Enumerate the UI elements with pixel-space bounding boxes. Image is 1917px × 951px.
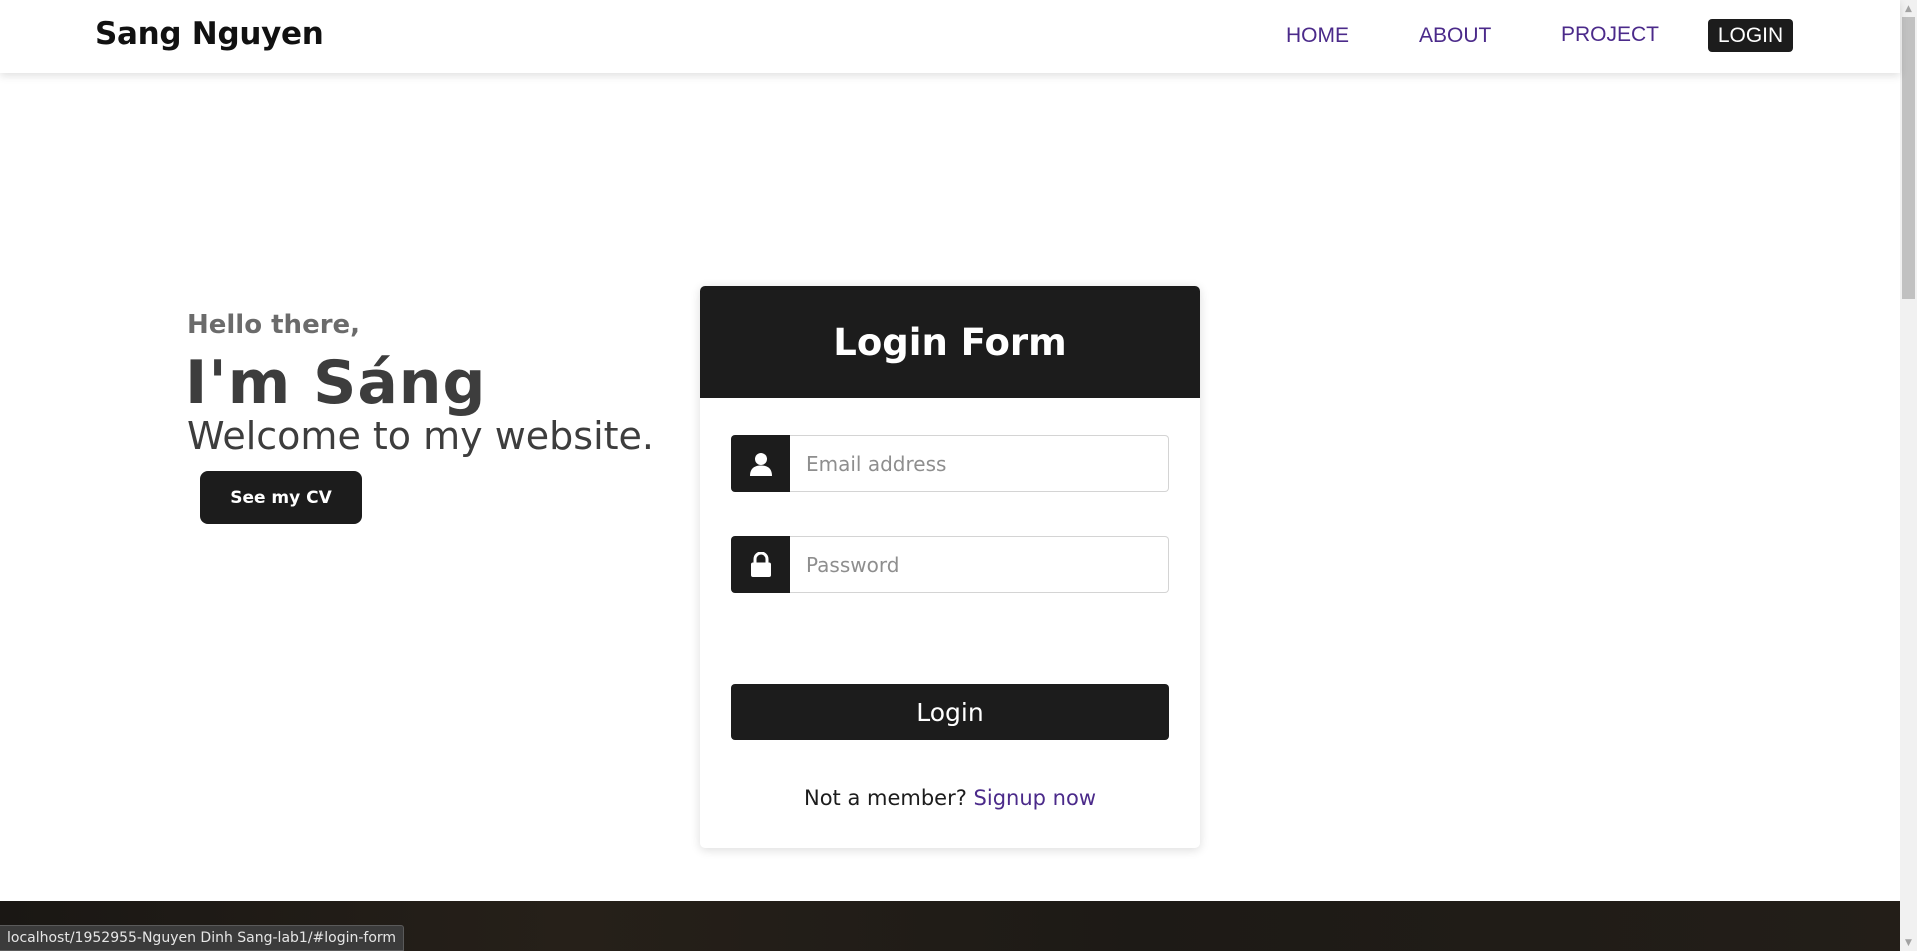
login-form-card: Login Form Login Not a member? Signup no… bbox=[700, 286, 1200, 848]
site-brand[interactable]: Sang Nguyen bbox=[95, 16, 324, 52]
signup-prompt: Not a member? Signup now bbox=[700, 786, 1200, 810]
lock-icon bbox=[731, 536, 790, 593]
hero-greeting: Hello there, bbox=[187, 310, 361, 340]
browser-status-url: localhost/1952955-Nguyen Dinh Sang-lab1/… bbox=[0, 925, 405, 951]
signup-link[interactable]: Signup now bbox=[974, 786, 1096, 810]
scroll-up-arrow-icon[interactable]: ▲ bbox=[1900, 0, 1917, 17]
signup-prompt-text: Not a member? bbox=[803, 786, 974, 810]
hero-welcome: Welcome to my website. bbox=[187, 414, 655, 458]
nav-link-home[interactable]: HOME bbox=[1286, 24, 1349, 48]
top-navbar: Sang Nguyen HOME ABOUT PROJECT LOGIN bbox=[0, 0, 1900, 73]
page-scrollbar[interactable]: ▲ ▼ bbox=[1900, 0, 1917, 951]
nav-link-about[interactable]: ABOUT bbox=[1419, 24, 1491, 48]
user-icon bbox=[731, 435, 790, 492]
email-input[interactable] bbox=[790, 435, 1169, 492]
login-form-header: Login Form bbox=[700, 286, 1200, 398]
hero-name: I'm Sáng bbox=[185, 348, 487, 418]
see-cv-button[interactable]: See my CV bbox=[200, 471, 362, 524]
password-field bbox=[731, 536, 1169, 593]
password-input[interactable] bbox=[790, 536, 1169, 593]
login-submit-button[interactable]: Login bbox=[731, 684, 1169, 740]
scrollbar-thumb[interactable] bbox=[1902, 17, 1915, 299]
nav-link-project[interactable]: PROJECT bbox=[1561, 23, 1659, 47]
nav-login-button[interactable]: LOGIN bbox=[1708, 19, 1793, 52]
email-field bbox=[731, 435, 1169, 492]
scroll-down-arrow-icon[interactable]: ▼ bbox=[1900, 934, 1917, 951]
login-form-title: Login Form bbox=[833, 320, 1067, 364]
